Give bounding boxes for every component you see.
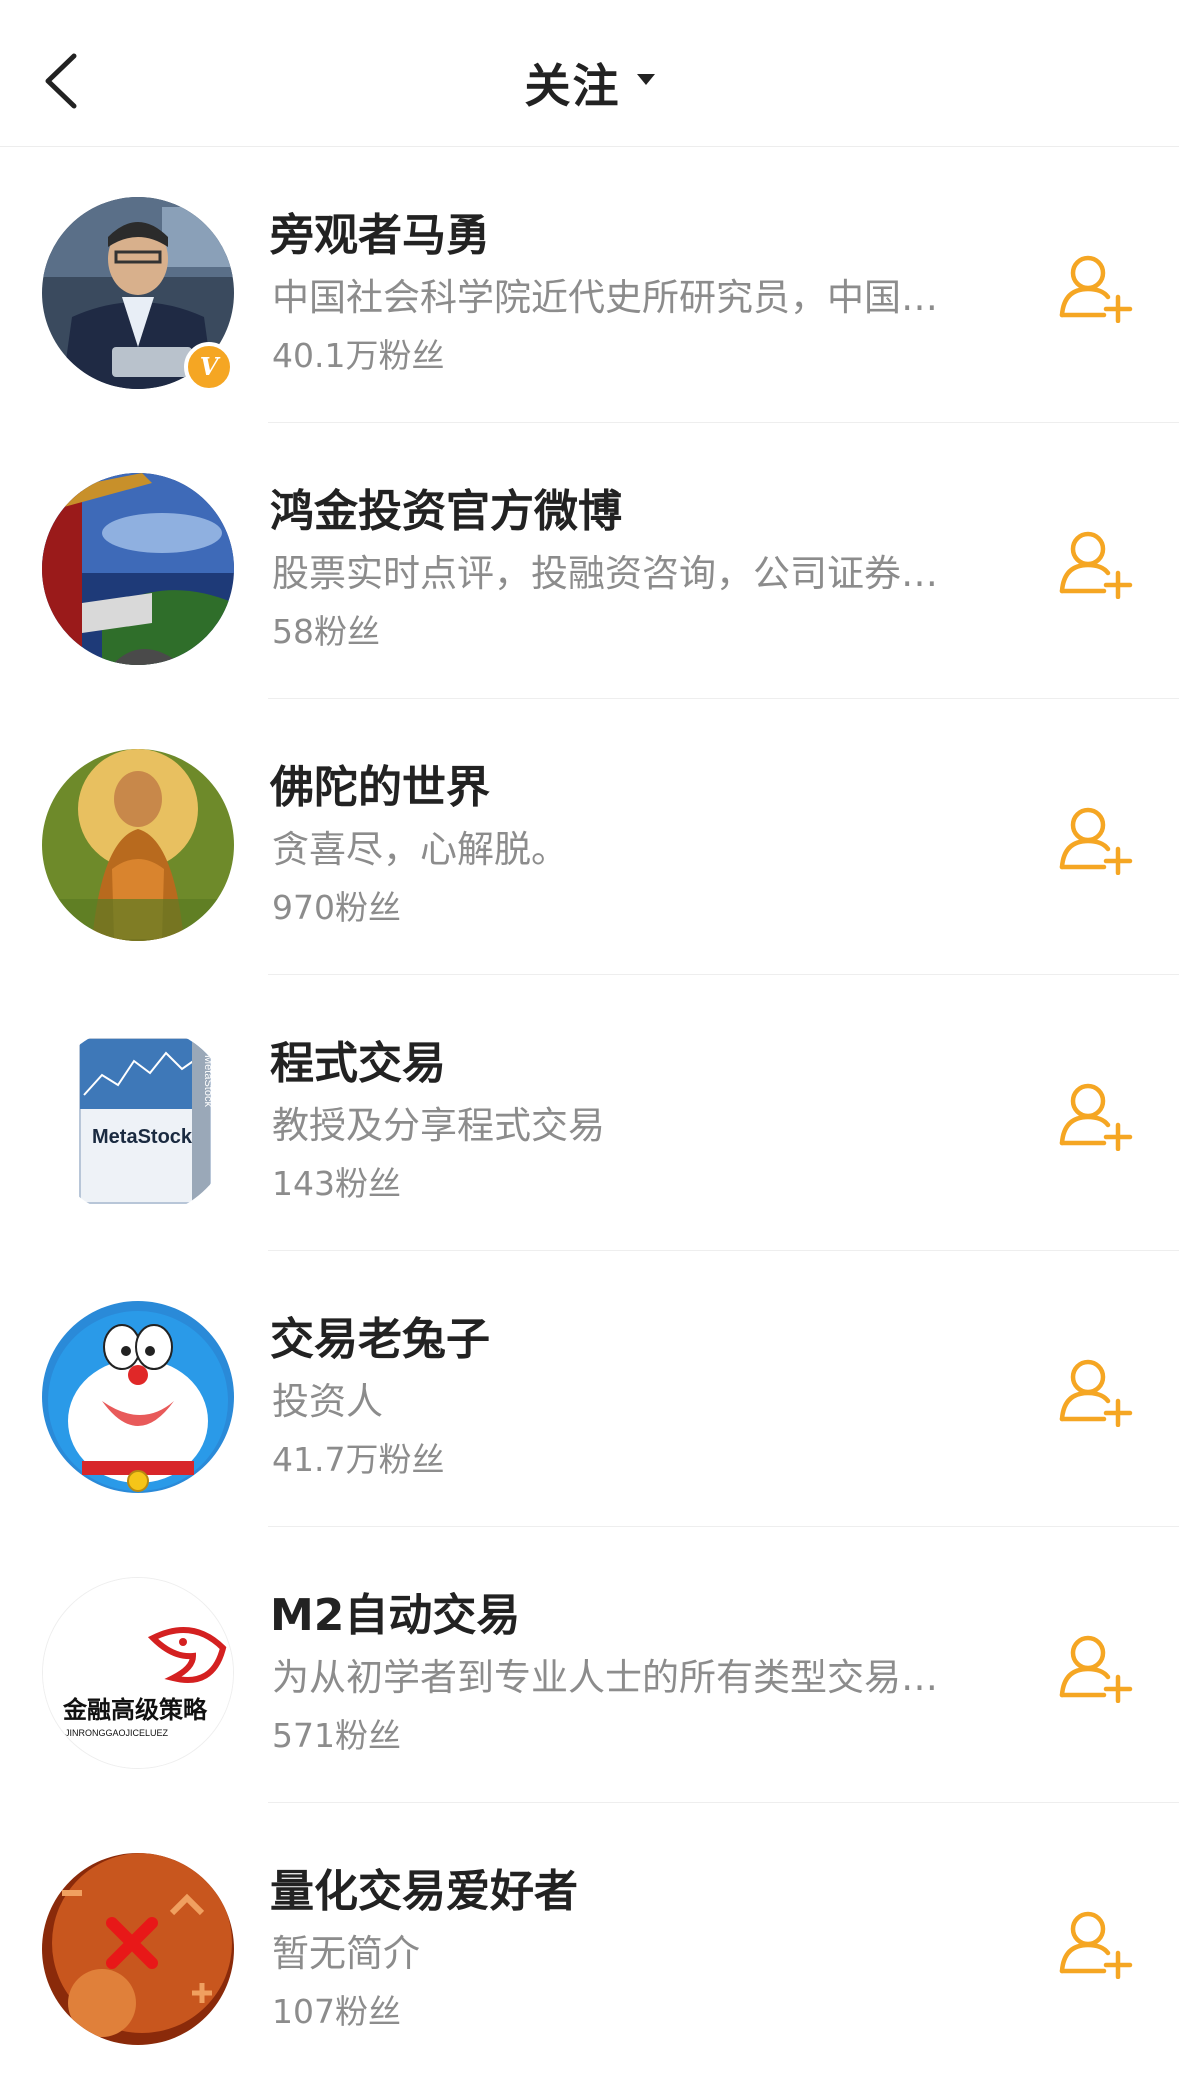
add-user-icon bbox=[1059, 1083, 1133, 1152]
list-item[interactable]: 鸿金投资官方微博 股票实时点评，投融资咨询，公司证券… 58粉丝 bbox=[0, 423, 1179, 699]
user-description: 贪喜尽，心解脱。 bbox=[272, 828, 568, 871]
fans-count: 143粉丝 bbox=[272, 1164, 401, 1203]
jinrong-cn-label: 金融高级策略 bbox=[62, 1696, 208, 1724]
follow-button[interactable] bbox=[1058, 1081, 1138, 1152]
user-description: 股票实时点评，投融资咨询，公司证券… bbox=[272, 552, 938, 595]
user-description: 为从初学者到专业人士的所有类型交易… bbox=[272, 1656, 938, 1699]
add-user-icon bbox=[1059, 255, 1133, 324]
follow-button[interactable] bbox=[1058, 1909, 1138, 1980]
metastock-side-label: MetaStock bbox=[202, 1055, 214, 1107]
fans-count: 41.7万粉丝 bbox=[272, 1440, 445, 1479]
top-nav-bar: 关注 bbox=[0, 0, 1179, 147]
list-item[interactable]: 佛陀的世界 贪喜尽，心解脱。 970粉丝 bbox=[0, 699, 1179, 975]
avatar[interactable] bbox=[42, 1853, 234, 2045]
caret-down-icon bbox=[636, 73, 655, 85]
user-name[interactable]: 佛陀的世界 bbox=[270, 751, 490, 815]
fans-count: 571粉丝 bbox=[272, 1716, 401, 1755]
page-title: 关注 bbox=[524, 59, 621, 113]
follow-button[interactable] bbox=[1058, 253, 1138, 324]
user-name[interactable]: 鸿金投资官方微博 bbox=[270, 475, 622, 539]
user-name[interactable]: 程式交易 bbox=[270, 1027, 446, 1091]
follow-button[interactable] bbox=[1058, 529, 1138, 600]
following-list: V 旁观者马勇 中国社会科学院近代史所研究员，中国… 40.1万粉丝 鸿金投资官… bbox=[0, 147, 1179, 2079]
list-item[interactable]: MetaStock MetaStock 程式交易 教授及分享程式交易 143粉丝 bbox=[0, 975, 1179, 1251]
user-name[interactable]: 量化交易爱好者 bbox=[270, 1855, 578, 1919]
list-item[interactable]: 交易老兔子 投资人 41.7万粉丝 bbox=[0, 1251, 1179, 1527]
add-user-icon bbox=[1059, 1911, 1133, 1980]
avatar[interactable] bbox=[42, 473, 234, 665]
jinrong-en-label: JINRONGGAOJICELUEZ bbox=[65, 1728, 169, 1738]
metastock-label: MetaStock bbox=[92, 1126, 193, 1148]
user-name[interactable]: 旁观者马勇 bbox=[270, 199, 490, 263]
follow-button[interactable] bbox=[1058, 805, 1138, 876]
fans-count: 58粉丝 bbox=[272, 612, 380, 651]
add-user-icon bbox=[1059, 531, 1133, 600]
add-user-icon bbox=[1059, 1359, 1133, 1428]
fans-count: 107粉丝 bbox=[272, 1992, 401, 2031]
user-description: 暂无简介 bbox=[272, 1932, 420, 1975]
avatar[interactable]: 金融高级策略 JINRONGGAOJICELUEZ bbox=[42, 1577, 234, 1769]
avatar[interactable]: MetaStock MetaStock bbox=[42, 1025, 234, 1217]
list-item[interactable]: 金融高级策略 JINRONGGAOJICELUEZ M2自动交易 为从初学者到专… bbox=[0, 1527, 1179, 1803]
list-item[interactable]: 量化交易爱好者 暂无简介 107粉丝 bbox=[0, 1803, 1179, 2079]
follow-button[interactable] bbox=[1058, 1357, 1138, 1428]
list-item[interactable]: V 旁观者马勇 中国社会科学院近代史所研究员，中国… 40.1万粉丝 bbox=[0, 147, 1179, 423]
add-user-icon bbox=[1059, 1635, 1133, 1704]
user-description: 投资人 bbox=[272, 1380, 383, 1423]
user-name[interactable]: M2自动交易 bbox=[270, 1579, 520, 1643]
avatar[interactable] bbox=[42, 749, 234, 941]
user-description: 中国社会科学院近代史所研究员，中国… bbox=[272, 276, 938, 319]
title-dropdown[interactable]: 关注 bbox=[0, 50, 1179, 116]
user-name[interactable]: 交易老兔子 bbox=[270, 1303, 490, 1367]
fans-count: 970粉丝 bbox=[272, 888, 401, 927]
user-description: 教授及分享程式交易 bbox=[272, 1104, 605, 1147]
verified-badge: V bbox=[184, 342, 234, 392]
fans-count: 40.1万粉丝 bbox=[272, 336, 445, 375]
follow-button[interactable] bbox=[1058, 1633, 1138, 1704]
avatar[interactable] bbox=[42, 1301, 234, 1493]
add-user-icon bbox=[1059, 807, 1133, 876]
